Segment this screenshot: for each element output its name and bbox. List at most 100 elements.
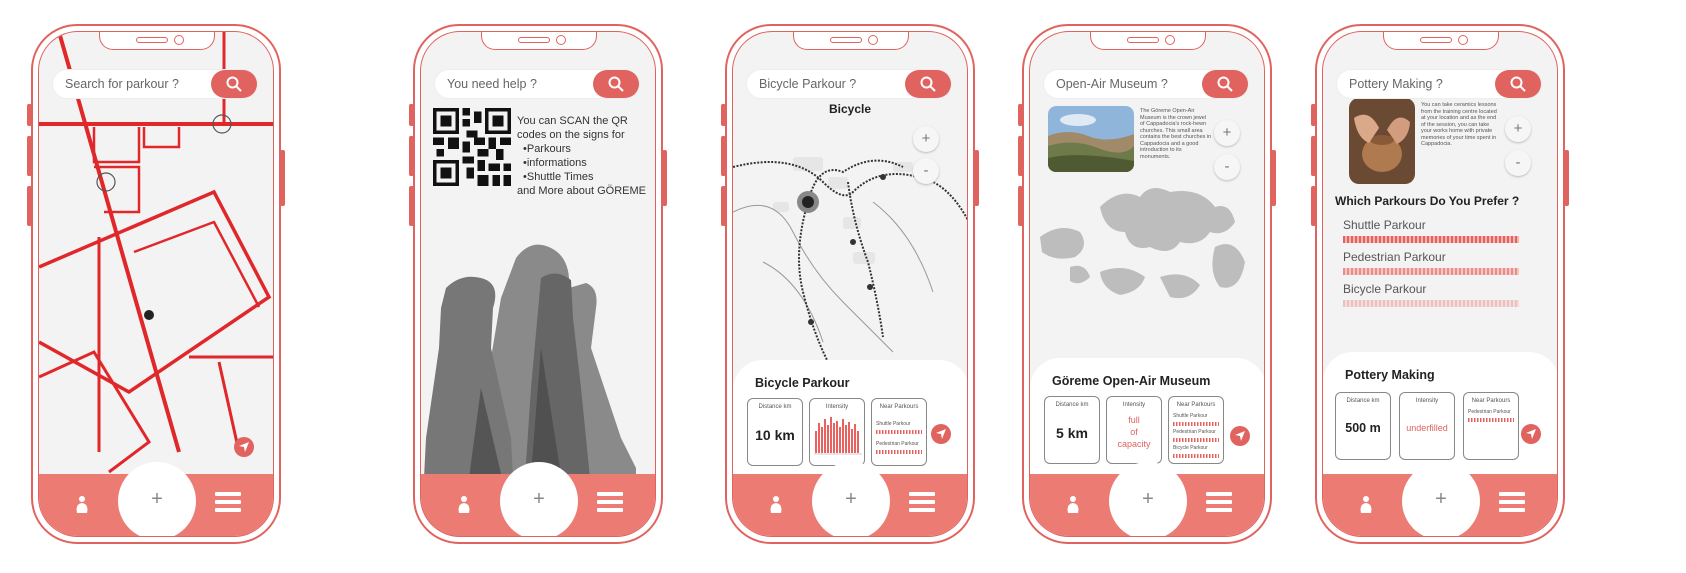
search-bar[interactable]: Bicycle Parkour ? <box>747 70 951 98</box>
zoom-out-button[interactable]: - <box>913 158 939 184</box>
power-button <box>1271 150 1276 206</box>
add-button[interactable]: + <box>812 462 890 536</box>
option-label-shuttle[interactable]: Shuttle Parkour <box>1343 218 1426 232</box>
bicycle-route-map[interactable] <box>733 122 968 362</box>
search-icon <box>1217 76 1233 92</box>
menu-icon[interactable] <box>597 492 623 516</box>
museum-area-map[interactable] <box>1030 177 1265 327</box>
screen: You need help ? You can SCAN the QR code… <box>420 31 656 537</box>
power-button <box>662 150 667 206</box>
search-button[interactable] <box>1202 70 1248 98</box>
museum-description: The Göreme Open-Air Museum is the crown … <box>1140 108 1212 160</box>
locate-button[interactable] <box>1230 426 1250 446</box>
search-input[interactable]: Bicycle Parkour ? <box>759 77 856 91</box>
search-button[interactable] <box>211 70 257 98</box>
sheet-title: Bicycle Parkour <box>755 376 850 390</box>
search-input[interactable]: You need help ? <box>447 77 537 91</box>
near-parkour-item: Shuttle Parkour <box>876 421 911 427</box>
intensity-value: capacity <box>1117 439 1151 449</box>
add-button[interactable]: + <box>1402 462 1480 536</box>
menu-icon[interactable] <box>215 492 241 516</box>
bottom-tab-bar: + <box>1030 462 1264 536</box>
add-button[interactable]: + <box>500 462 578 536</box>
option-label-bicycle[interactable]: Bicycle Parkour <box>1343 282 1426 296</box>
menu-icon[interactable] <box>1499 492 1525 516</box>
search-button[interactable] <box>905 70 951 98</box>
volume-button <box>1018 186 1023 226</box>
search-icon <box>608 76 624 92</box>
distance-value: 500 m <box>1345 421 1381 435</box>
user-location-dot <box>802 196 814 208</box>
screen: Search for parkour ? + <box>38 31 274 537</box>
locate-button[interactable] <box>931 424 951 444</box>
volume-button <box>721 186 726 226</box>
volume-button <box>721 136 726 176</box>
search-bar[interactable]: You need help ? <box>435 70 639 98</box>
search-bar[interactable]: Pottery Making ? <box>1337 70 1541 98</box>
search-input[interactable]: Pottery Making ? <box>1349 77 1443 91</box>
search-input[interactable]: Search for parkour ? <box>65 77 179 91</box>
menu-icon[interactable] <box>909 492 935 516</box>
navigation-arrow-icon <box>1526 429 1536 439</box>
intensity-label: Intensity <box>825 404 849 410</box>
search-bar[interactable]: Search for parkour ? <box>53 70 257 98</box>
sheet-title: Göreme Open-Air Museum <box>1052 374 1211 388</box>
zoom-out-button[interactable]: - <box>1505 150 1531 176</box>
volume-button <box>1018 136 1023 176</box>
search-bar[interactable]: Open-Air Museum ? <box>1044 70 1248 98</box>
zoom-in-button[interactable]: + <box>1505 116 1531 142</box>
map-road <box>39 350 151 474</box>
location-pin-icon[interactable] <box>1066 494 1080 514</box>
location-pin-icon[interactable] <box>1359 494 1373 514</box>
help-text: You can SCAN the QR codes on the signs f… <box>517 114 646 198</box>
locate-button[interactable] <box>234 437 254 457</box>
notch <box>1383 32 1499 50</box>
bottom-tab-bar: + <box>1323 462 1557 536</box>
locate-button[interactable] <box>1521 424 1541 444</box>
near-parkour-bar <box>876 430 922 434</box>
zoom-out-button[interactable]: - <box>1214 154 1240 180</box>
add-button[interactable]: + <box>118 462 196 536</box>
intensity-value: underfilled <box>1406 423 1448 433</box>
zoom-in-button[interactable]: + <box>1214 120 1240 146</box>
near-parkour-item: Shuttle Parkour <box>1173 413 1208 419</box>
volume-button <box>409 186 414 226</box>
option-bar-pedestrian[interactable] <box>1343 268 1519 275</box>
distance-label: Distance km <box>1346 398 1380 404</box>
location-pin-icon[interactable] <box>457 494 471 514</box>
search-icon <box>920 76 936 92</box>
near-parkours-label: Near Parkours <box>879 404 919 410</box>
zoom-in-button[interactable]: + <box>913 126 939 152</box>
option-label-pedestrian[interactable]: Pedestrian Parkour <box>1343 250 1446 264</box>
near-parkour-bar <box>1468 418 1514 422</box>
near-parkour-bar <box>1173 422 1219 426</box>
preference-question: Which Parkours Do You Prefer ? <box>1335 194 1520 208</box>
power-button <box>280 150 285 206</box>
distance-label: Distance km <box>1055 402 1089 408</box>
pottery-photo <box>1349 98 1415 184</box>
search-input[interactable]: Open-Air Museum ? <box>1056 77 1168 91</box>
bottom-tab-bar: + <box>39 462 273 536</box>
screen: Pottery Making ? You can take ceramics l… <box>1322 31 1558 537</box>
add-button[interactable]: + <box>1109 462 1187 536</box>
help-text-line: codes on the signs for <box>517 129 625 141</box>
screen: Open-Air Museum ? The Göreme Open-Air Mu… <box>1029 31 1265 537</box>
search-button[interactable] <box>1495 70 1541 98</box>
help-list-item: •informations <box>523 157 587 169</box>
menu-icon[interactable] <box>1206 492 1232 516</box>
search-button[interactable] <box>593 70 639 98</box>
intensity-label: Intensity <box>1122 402 1146 408</box>
intensity-card: Intensity <box>809 398 865 466</box>
pottery-description: You can take ceramics lessons from the t… <box>1421 102 1497 147</box>
notch <box>99 32 215 50</box>
volume-button <box>1311 136 1316 176</box>
location-pin-icon[interactable] <box>769 494 783 514</box>
near-parkours-label: Near Parkours <box>1176 402 1216 408</box>
option-bar-bicycle[interactable] <box>1343 300 1519 307</box>
location-pin-icon[interactable] <box>75 494 89 514</box>
distance-value: 10 km <box>755 427 795 443</box>
option-bar-shuttle[interactable] <box>1343 236 1519 243</box>
distance-value: 5 km <box>1056 425 1088 441</box>
help-list-item: •Shuttle Times <box>523 171 594 183</box>
volume-button <box>27 186 32 226</box>
